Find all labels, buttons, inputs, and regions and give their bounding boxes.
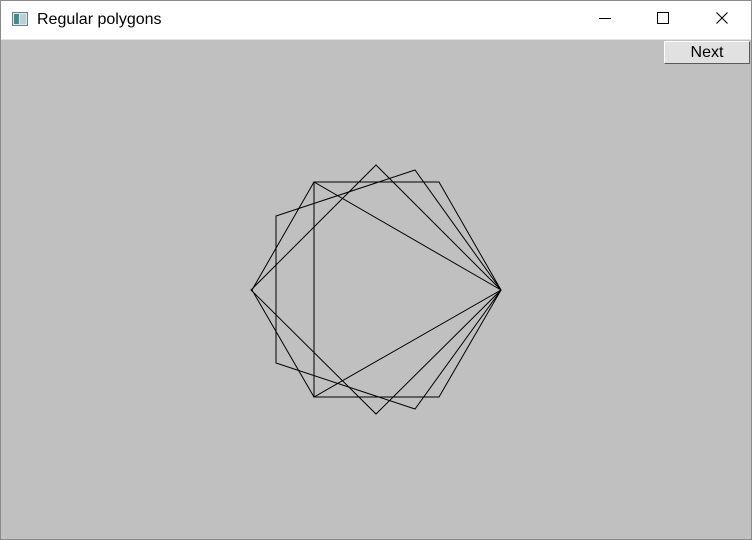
polygon-hexagon [251,181,502,398]
window-title: Regular polygons [37,11,162,28]
drawing-area: Next [1,40,751,539]
polygon-canvas [250,164,503,415]
title-bar[interactable]: Regular polygons [1,1,751,40]
close-icon [716,11,728,29]
polygon-pentagon [275,169,502,410]
maximize-button[interactable] [634,1,692,39]
minimize-icon [599,11,611,29]
minimize-button[interactable] [576,1,634,39]
next-button[interactable]: Next [664,41,750,64]
window-app-icon [12,12,28,26]
app-window: Regular polygons Next [0,0,752,540]
maximize-icon [657,11,669,29]
close-button[interactable] [693,1,751,39]
polygon-square [250,164,502,415]
polygon-triangle [313,181,503,398]
